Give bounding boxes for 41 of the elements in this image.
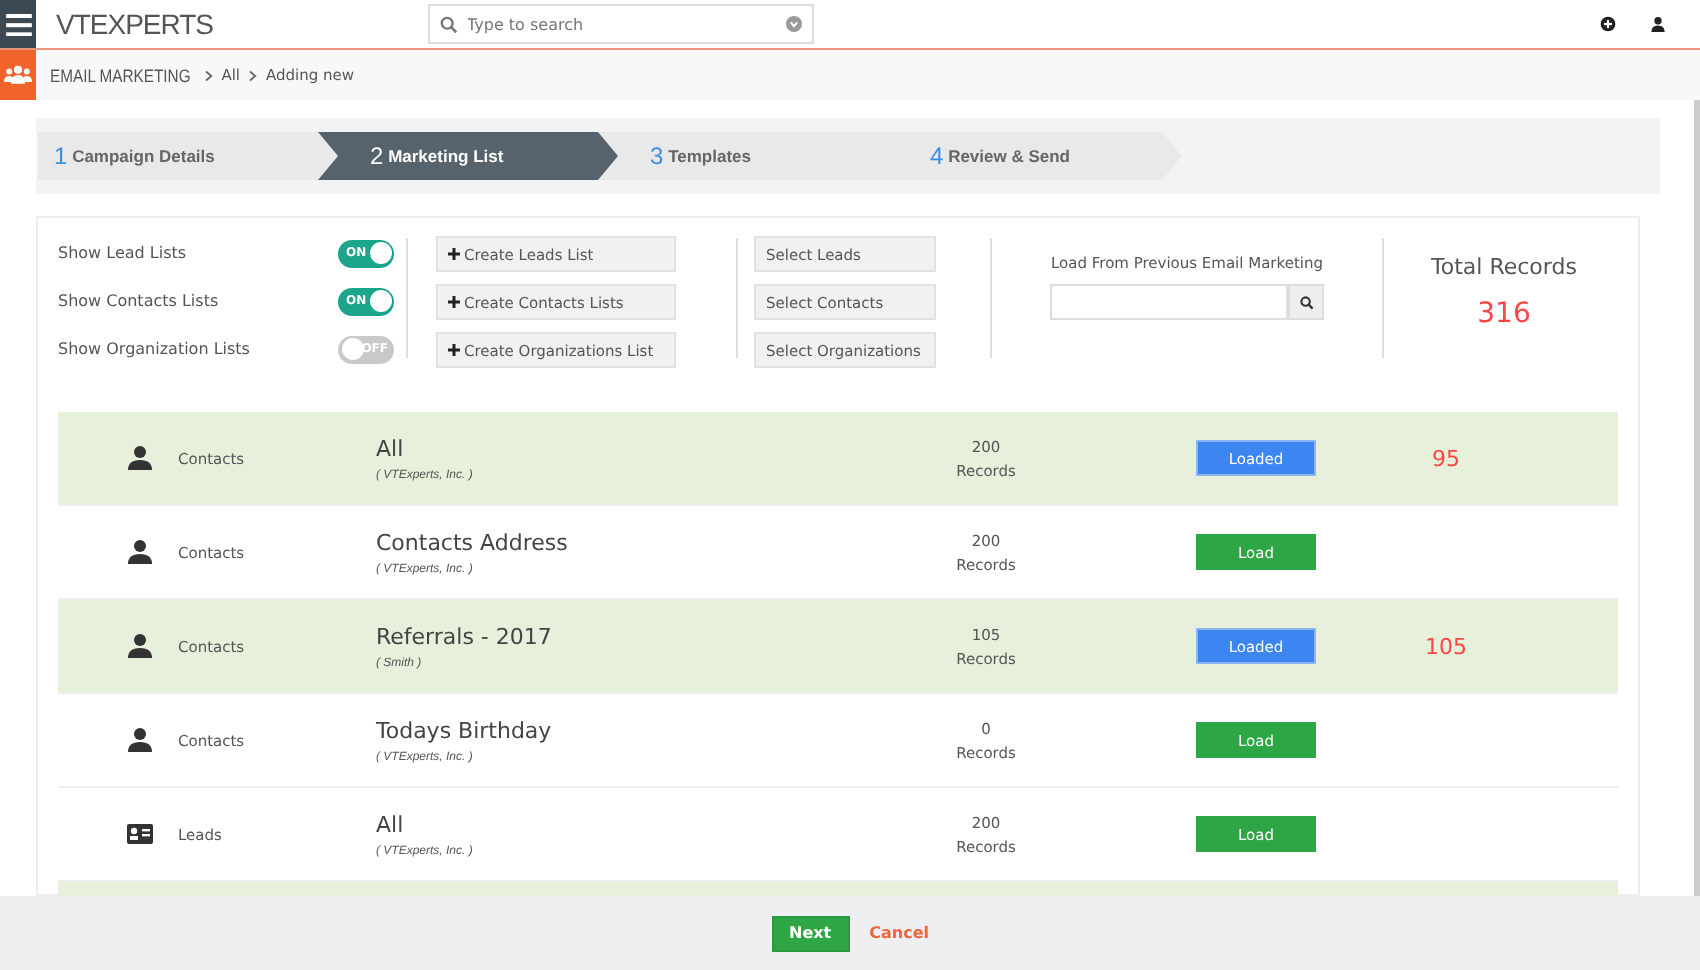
previous-search-field[interactable] (1050, 284, 1288, 320)
person-icon (126, 540, 154, 564)
toggle-label: Show Organization Lists (58, 340, 250, 358)
total-label: Total Records (1431, 254, 1577, 280)
search-button[interactable] (1288, 284, 1324, 320)
loaded-count: 95 (1432, 445, 1460, 471)
total-value: 316 (1477, 298, 1531, 330)
wizard-step[interactable]: 3 Templates (598, 132, 902, 180)
search-icon (439, 15, 457, 33)
wizard-step[interactable]: 2 Marketing List (318, 132, 622, 180)
id-card-icon (126, 822, 154, 846)
user-icon[interactable] (1650, 16, 1666, 32)
chevron-icon (203, 69, 214, 81)
person-icon (126, 634, 154, 658)
logo[interactable]: VTEXPERTS (56, 8, 213, 40)
list-name: All (376, 435, 406, 461)
search-bar[interactable]: Type to search (427, 4, 813, 44)
wizard-step[interactable]: 1 Campaign Details (38, 132, 342, 180)
loaded-count: 105 (1425, 633, 1467, 659)
toggle-label: Show Lead Lists (58, 244, 187, 262)
person-icon (126, 728, 154, 752)
cancel-link[interactable]: Cancel (869, 924, 929, 942)
people-icon[interactable] (4, 64, 32, 86)
module-title[interactable]: EMAIL MARKETING (50, 65, 191, 85)
search-field[interactable]: Type to search (463, 13, 785, 35)
plus-icon (448, 248, 460, 260)
list-name: Todays Birthday (376, 717, 554, 743)
wizard-step[interactable]: 4 Review & Send (878, 132, 1182, 180)
next-button[interactable]: Next (771, 915, 850, 951)
person-icon (126, 446, 154, 470)
menu-icon[interactable] (5, 13, 31, 35)
list-name: Contacts Address (376, 529, 570, 555)
add-icon[interactable] (1600, 16, 1616, 32)
toggle-label: Show Contacts Lists (58, 292, 219, 310)
search-icon (1299, 295, 1313, 309)
plus-icon (448, 344, 460, 356)
plus-icon (448, 296, 460, 308)
list-name: Referrals - 2017 (376, 623, 554, 649)
chevron-icon (248, 69, 258, 81)
dropdown-icon[interactable] (785, 16, 801, 32)
list-name: All (376, 811, 406, 837)
